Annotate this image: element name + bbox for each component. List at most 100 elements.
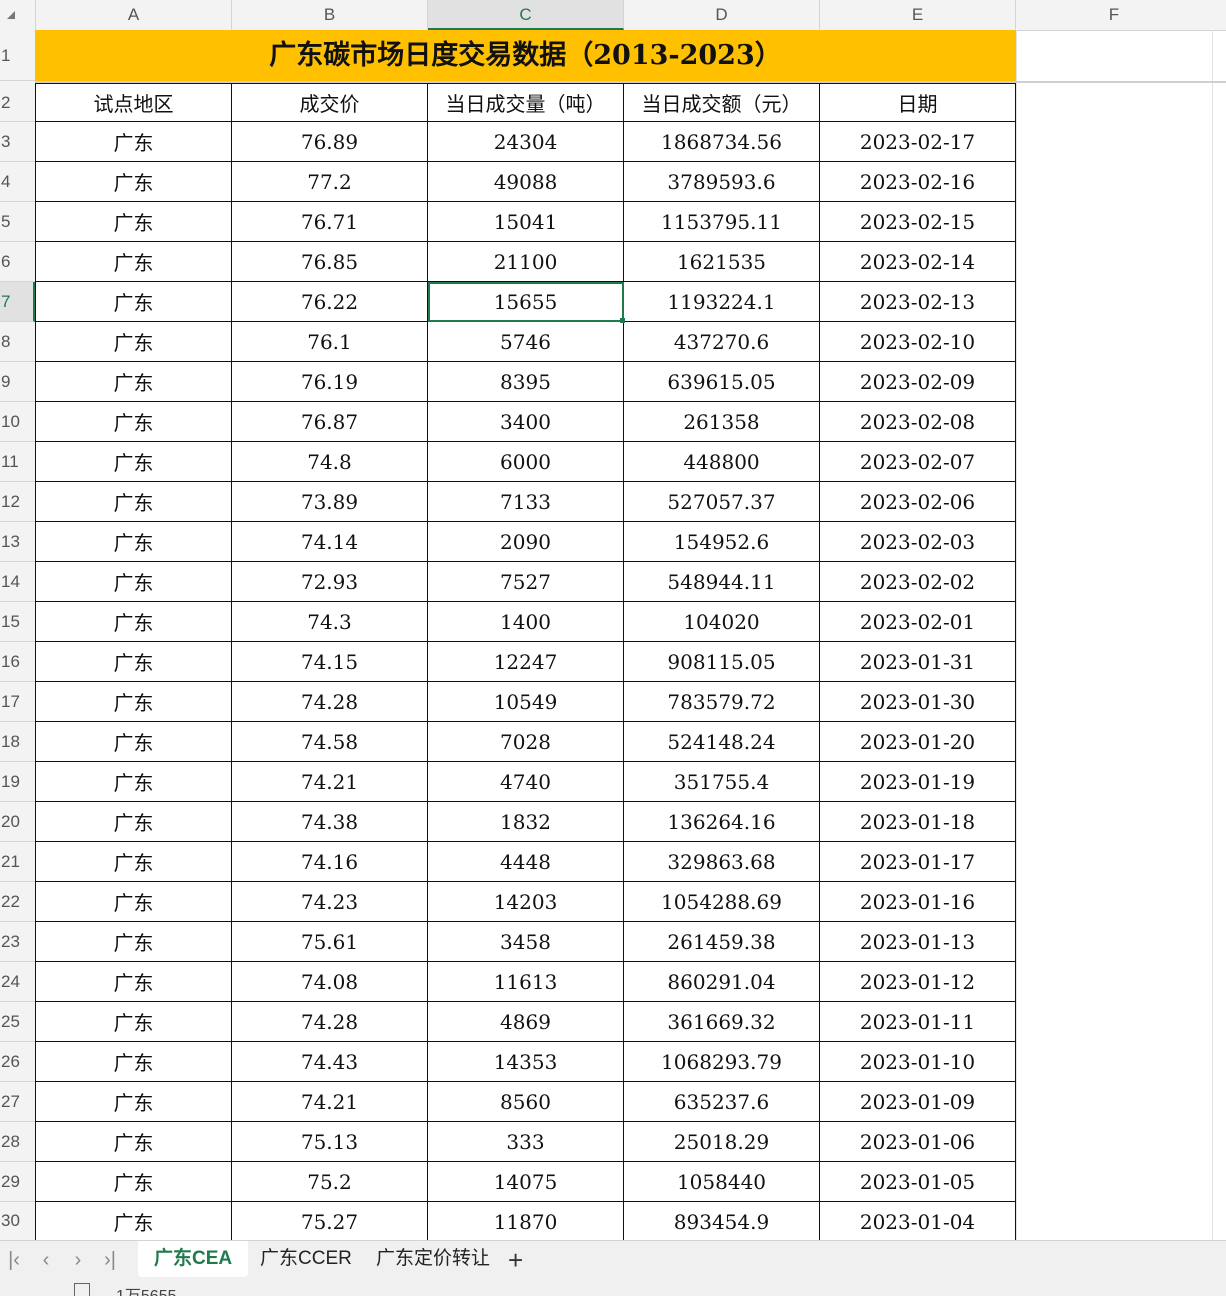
date-cell[interactable]: 2023-01-31 (819, 641, 1016, 682)
row-header[interactable]: 19 (0, 762, 35, 802)
row-header[interactable]: 13 (0, 522, 35, 562)
date-cell[interactable]: 2023-02-01 (819, 601, 1016, 642)
region-cell[interactable]: 广东 (35, 721, 232, 762)
price-cell[interactable]: 74.43 (231, 1041, 428, 1082)
select-all-corner[interactable] (0, 0, 36, 30)
row-header[interactable]: 15 (0, 602, 35, 642)
amount-cell[interactable]: 361669.32 (623, 1001, 820, 1042)
price-cell[interactable]: 74.58 (231, 721, 428, 762)
amount-cell[interactable]: 25018.29 (623, 1121, 820, 1162)
column-header-f[interactable]: F (1016, 0, 1212, 30)
column-header-e[interactable]: E (820, 0, 1016, 30)
price-cell[interactable]: 75.2 (231, 1161, 428, 1202)
region-cell[interactable]: 广东 (35, 281, 232, 322)
date-cell[interactable]: 2023-01-12 (819, 961, 1016, 1002)
date-cell[interactable]: 2023-01-19 (819, 761, 1016, 802)
region-cell[interactable]: 广东 (35, 761, 232, 802)
first-sheet-icon[interactable]: |‹ (2, 1249, 26, 1272)
amount-cell[interactable]: 1193224.1 (623, 281, 820, 322)
column-header-d[interactable]: D (624, 0, 820, 30)
tab-guangdong-cea[interactable]: 广东CEA (138, 1241, 249, 1277)
volume-cell[interactable]: 10549 (427, 681, 624, 722)
region-cell[interactable]: 广东 (35, 121, 232, 162)
amount-cell[interactable]: 261459.38 (623, 921, 820, 962)
price-cell[interactable]: 74.21 (231, 1081, 428, 1122)
row-header[interactable]: 1 (0, 30, 35, 81)
amount-cell[interactable]: 1058440 (623, 1161, 820, 1202)
date-cell[interactable]: 2023-02-08 (819, 401, 1016, 442)
date-cell[interactable]: 2023-01-04 (819, 1201, 1016, 1242)
next-sheet-icon[interactable]: › (66, 1249, 90, 1272)
header-cell[interactable]: 成交价 (231, 83, 428, 122)
row-header[interactable]: 18 (0, 722, 35, 762)
price-cell[interactable]: 74.15 (231, 641, 428, 682)
row-header[interactable]: 11 (0, 442, 35, 482)
price-cell[interactable]: 72.93 (231, 561, 428, 602)
row-header[interactable]: 2 (0, 83, 35, 122)
price-cell[interactable]: 74.14 (231, 521, 428, 562)
region-cell[interactable]: 广东 (35, 441, 232, 482)
date-cell[interactable]: 2023-02-13 (819, 281, 1016, 322)
row-header[interactable]: 9 (0, 362, 35, 402)
prev-sheet-icon[interactable]: ‹ (34, 1249, 58, 1272)
price-cell[interactable]: 73.89 (231, 481, 428, 522)
amount-cell[interactable]: 1153795.11 (623, 201, 820, 242)
volume-cell[interactable]: 4740 (427, 761, 624, 802)
price-cell[interactable]: 75.13 (231, 1121, 428, 1162)
volume-cell[interactable]: 11613 (427, 961, 624, 1002)
amount-cell[interactable]: 1054288.69 (623, 881, 820, 922)
volume-cell[interactable]: 3458 (427, 921, 624, 962)
price-cell[interactable]: 76.85 (231, 241, 428, 282)
region-cell[interactable]: 广东 (35, 401, 232, 442)
amount-cell[interactable]: 351755.4 (623, 761, 820, 802)
region-cell[interactable]: 广东 (35, 1081, 232, 1122)
date-cell[interactable]: 2023-02-15 (819, 201, 1016, 242)
volume-cell[interactable]: 14353 (427, 1041, 624, 1082)
column-header-c[interactable]: C (428, 0, 624, 30)
region-cell[interactable]: 广东 (35, 561, 232, 602)
date-cell[interactable]: 2023-01-17 (819, 841, 1016, 882)
volume-cell[interactable]: 8395 (427, 361, 624, 402)
date-cell[interactable]: 2023-02-14 (819, 241, 1016, 282)
volume-cell[interactable]: 4448 (427, 841, 624, 882)
row-header[interactable]: 3 (0, 122, 35, 162)
volume-cell[interactable]: 24304 (427, 121, 624, 162)
region-cell[interactable]: 广东 (35, 1201, 232, 1242)
date-cell[interactable]: 2023-02-03 (819, 521, 1016, 562)
amount-cell[interactable]: 3789593.6 (623, 161, 820, 202)
amount-cell[interactable]: 893454.9 (623, 1201, 820, 1242)
date-cell[interactable]: 2023-02-17 (819, 121, 1016, 162)
price-cell[interactable]: 75.61 (231, 921, 428, 962)
region-cell[interactable]: 广东 (35, 161, 232, 202)
region-cell[interactable]: 广东 (35, 521, 232, 562)
row-header[interactable]: 28 (0, 1122, 35, 1162)
amount-cell[interactable]: 783579.72 (623, 681, 820, 722)
date-cell[interactable]: 2023-01-09 (819, 1081, 1016, 1122)
region-cell[interactable]: 广东 (35, 961, 232, 1002)
volume-cell[interactable]: 3400 (427, 401, 624, 442)
date-cell[interactable]: 2023-02-16 (819, 161, 1016, 202)
row-header[interactable]: 24 (0, 962, 35, 1002)
volume-cell[interactable]: 7028 (427, 721, 624, 762)
amount-cell[interactable]: 639615.05 (623, 361, 820, 402)
amount-cell[interactable]: 104020 (623, 601, 820, 642)
volume-cell[interactable]: 1400 (427, 601, 624, 642)
volume-cell[interactable]: 49088 (427, 161, 624, 202)
row-header[interactable]: 7 (0, 282, 35, 322)
row-header[interactable]: 5 (0, 202, 35, 242)
date-cell[interactable]: 2023-01-30 (819, 681, 1016, 722)
region-cell[interactable]: 广东 (35, 841, 232, 882)
region-cell[interactable]: 广东 (35, 601, 232, 642)
volume-cell[interactable]: 7527 (427, 561, 624, 602)
price-cell[interactable]: 77.2 (231, 161, 428, 202)
date-cell[interactable]: 2023-02-06 (819, 481, 1016, 522)
region-cell[interactable]: 广东 (35, 481, 232, 522)
date-cell[interactable]: 2023-01-16 (819, 881, 1016, 922)
price-cell[interactable]: 76.22 (231, 281, 428, 322)
volume-cell[interactable]: 15041 (427, 201, 624, 242)
volume-cell[interactable]: 12247 (427, 641, 624, 682)
volume-cell[interactable]: 2090 (427, 521, 624, 562)
date-cell[interactable]: 2023-01-06 (819, 1121, 1016, 1162)
tab-guangdong-pricing-transfer[interactable]: 广东定价转让 (360, 1241, 506, 1277)
row-header[interactable]: 20 (0, 802, 35, 842)
